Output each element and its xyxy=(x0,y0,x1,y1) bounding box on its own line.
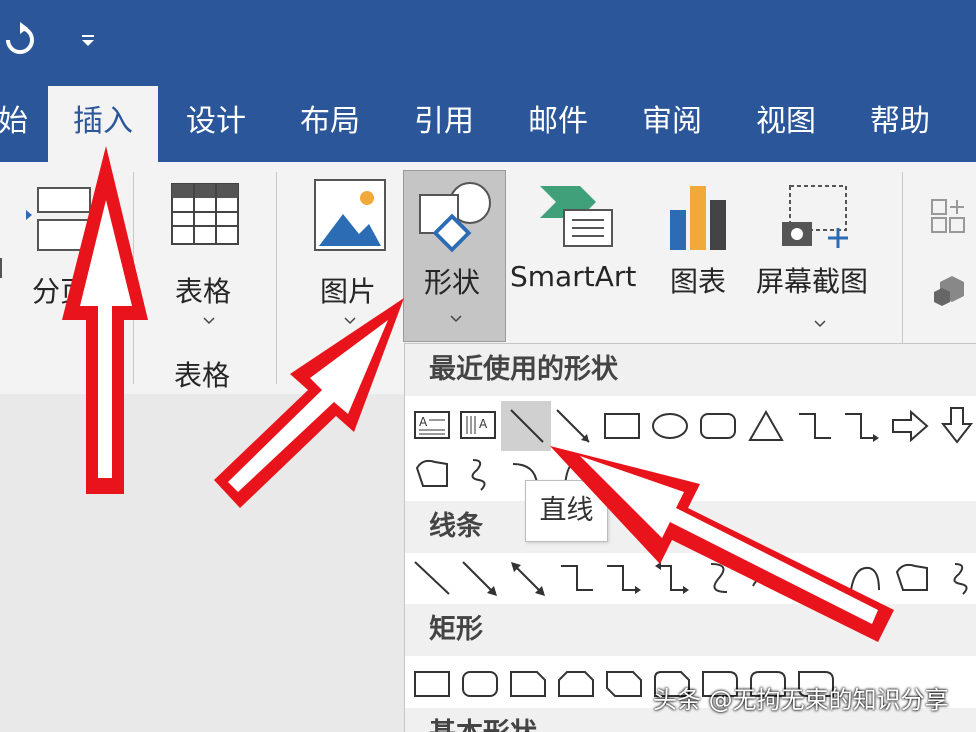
picture-button[interactable]: 图片 xyxy=(296,172,401,342)
elbow-connector-shape[interactable] xyxy=(553,556,599,600)
shapes-button[interactable]: 形状 xyxy=(403,170,506,342)
shapes-label: 形状 xyxy=(424,266,481,299)
section-header: 最近使用的形状 xyxy=(405,344,976,396)
smartart-icon xyxy=(540,186,613,247)
shapes-icon xyxy=(419,182,491,253)
chevron-down-icon xyxy=(344,317,356,325)
snip-diagonal-corner-rectangle-shape[interactable] xyxy=(601,662,647,706)
right-arrow-shape[interactable] xyxy=(887,404,933,448)
watermark: 头条 @无拘无束的知识分享 xyxy=(653,686,949,714)
chevron-down-icon xyxy=(203,317,215,325)
smartart-label: SmartArt xyxy=(510,260,637,293)
chart-label: 图表 xyxy=(670,265,727,298)
vertical-text-box-shape[interactable]: A xyxy=(455,404,501,448)
page-break-label: 分页 xyxy=(32,275,89,308)
title-bar xyxy=(0,0,976,86)
addins-icon[interactable] xyxy=(930,198,970,234)
chart-button[interactable]: 图表 xyxy=(660,172,740,342)
snip-single-corner-rectangle-shape[interactable] xyxy=(505,662,551,706)
screenshot-button[interactable]: 屏幕截图 xyxy=(752,172,882,342)
text-box-shape[interactable]: A xyxy=(409,404,455,448)
line-shape[interactable] xyxy=(503,404,549,448)
oval-shape[interactable] xyxy=(647,404,693,448)
snip-same-side-corner-rectangle-shape[interactable] xyxy=(553,662,599,706)
freeform-shape[interactable] xyxy=(409,452,455,496)
svg-text:A: A xyxy=(419,415,428,429)
curve-shape[interactable] xyxy=(841,556,887,600)
undo-icon[interactable] xyxy=(0,20,40,60)
double-arrow-line-shape[interactable] xyxy=(505,556,551,600)
rectangle-shape[interactable] xyxy=(409,662,455,706)
group-separator xyxy=(276,172,277,384)
elbow-double-arrow-connector-shape[interactable] xyxy=(649,556,695,600)
tab-design[interactable]: 设计 xyxy=(172,86,260,162)
picture-icon xyxy=(314,179,386,251)
page-break-icon xyxy=(26,187,91,251)
tab-review[interactable]: 审阅 xyxy=(628,86,716,162)
line-shape[interactable] xyxy=(409,556,455,600)
tab-view[interactable]: 视图 xyxy=(742,86,830,162)
section-header: 矩形 xyxy=(405,604,976,656)
elbow-arrow-connector-shape[interactable] xyxy=(601,556,647,600)
qat-dropdown-icon[interactable] xyxy=(80,32,96,50)
line-tooltip: 直线 xyxy=(525,480,608,542)
elbow-arrow-connector-shape[interactable] xyxy=(839,404,885,448)
tab-insert[interactable]: 插入 xyxy=(48,86,158,162)
chart-icon xyxy=(670,186,726,250)
down-arrow-shape[interactable] xyxy=(935,404,976,448)
tab-layout[interactable]: 布局 xyxy=(286,86,374,162)
tab-home[interactable]: 始 xyxy=(0,86,28,162)
chevron-down-icon xyxy=(814,320,826,328)
shapes-gallery: 最近使用的形状 A A 线条 矩形 基本形状 xyxy=(404,343,976,732)
rounded-rectangle-shape[interactable] xyxy=(457,662,503,706)
3d-models-icon[interactable] xyxy=(930,272,970,308)
page-break-button[interactable]: 分页 xyxy=(0,172,100,312)
table-button[interactable]: 表格 xyxy=(150,172,260,342)
arrow-line-shape[interactable] xyxy=(551,404,597,448)
chevron-down-icon xyxy=(450,315,462,323)
tab-help[interactable]: 帮助 xyxy=(856,86,944,162)
elbow-connector-shape[interactable] xyxy=(791,404,837,448)
group-label-tables: 表格 xyxy=(174,359,231,392)
table-label: 表格 xyxy=(175,275,232,308)
svg-text:A: A xyxy=(479,417,488,431)
group-separator xyxy=(902,172,903,344)
scribble-shape[interactable] xyxy=(455,452,501,496)
tab-mailings[interactable]: 邮件 xyxy=(514,86,602,162)
ribbon-tab-bar: 始 插入 设计 布局 引用 邮件 审阅 视图 帮助 xyxy=(0,86,976,162)
picture-label: 图片 xyxy=(320,275,377,308)
curved-double-arrow-connector-shape[interactable] xyxy=(793,556,839,600)
curved-arrow-connector-shape[interactable] xyxy=(745,556,791,600)
rounded-rectangle-shape[interactable] xyxy=(695,404,741,448)
freeform-shape[interactable] xyxy=(889,556,935,600)
table-icon xyxy=(171,183,239,245)
section-header: 线条 xyxy=(405,501,976,553)
smartart-button[interactable]: SmartArt xyxy=(508,172,646,342)
arrow-line-shape[interactable] xyxy=(457,556,503,600)
screenshot-icon xyxy=(782,185,848,248)
rectangle-shape[interactable] xyxy=(599,404,645,448)
curved-connector-shape[interactable] xyxy=(697,556,743,600)
tab-references[interactable]: 引用 xyxy=(400,86,488,162)
triangle-shape[interactable] xyxy=(743,404,789,448)
group-separator xyxy=(133,172,134,384)
scribble-shape[interactable] xyxy=(937,556,976,600)
screenshot-label: 屏幕截图 xyxy=(756,265,869,298)
